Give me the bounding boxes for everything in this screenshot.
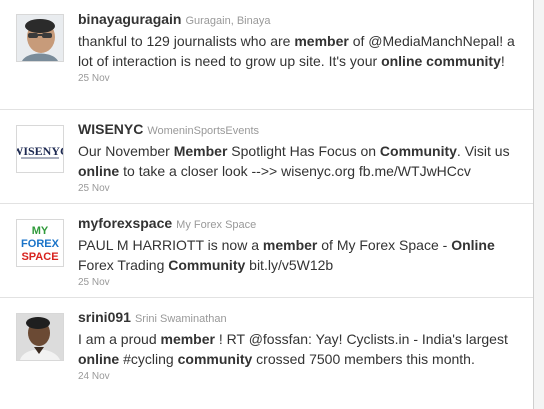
- timestamp[interactable]: 25 Nov: [78, 277, 525, 288]
- highlight-term: member: [160, 331, 215, 347]
- highlight-term: community: [177, 351, 253, 367]
- avatar[interactable]: [16, 14, 64, 62]
- avatar[interactable]: WISENYC: [16, 125, 64, 173]
- tweet-item: binayaguragain Guragain, Binaya thankful …: [0, 0, 533, 110]
- text-segment: ! RT: [214, 331, 249, 347]
- url-link[interactable]: fb.me/WTJwHCcv: [359, 163, 471, 179]
- tweet-item: srini091 Srini Swaminathan I am a proud m…: [0, 298, 533, 409]
- text-segment: Our November: [78, 143, 174, 159]
- url-link[interactable]: wisenyc.org: [281, 163, 355, 179]
- text-segment: I am a proud: [78, 331, 161, 347]
- highlight-term: member: [262, 237, 318, 253]
- tweet-item: MY FOREX SPACE myforexspace My Forex Spac…: [0, 204, 533, 298]
- avatar[interactable]: MY FOREX SPACE: [16, 219, 64, 267]
- wisenyc-logo-text: WISENYC: [17, 144, 63, 158]
- tweet-content: myforexspace My Forex Space PAUL M HARRIO…: [78, 214, 525, 288]
- highlight-term: online: [78, 163, 120, 179]
- text-segment: . Visit us: [456, 143, 510, 159]
- tweet-header: srini091 Srini Swaminathan: [78, 308, 525, 328]
- username[interactable]: binayaguragain: [78, 11, 181, 27]
- text-segment: of My Forex Space -: [317, 237, 452, 253]
- tweet-header: WISENYC WomeninSportsEvents: [78, 120, 525, 140]
- scroll-gutter: [534, 0, 544, 409]
- tweet-text: Our November Member Spotlight Has Focus …: [78, 141, 525, 181]
- username[interactable]: WISENYC: [78, 121, 143, 137]
- mention-link[interactable]: @fossfan: [249, 331, 308, 347]
- timeline: binayaguragain Guragain, Binaya thankful …: [0, 0, 534, 409]
- highlight-term: Member: [173, 143, 228, 159]
- highlight-term: Online: [451, 237, 495, 253]
- highlight-term: online community: [381, 53, 501, 69]
- tweet-text: thankful to 129 journalists who are memb…: [78, 31, 525, 71]
- tweet-text: PAUL M HARRIOTT is now a member of My Fo…: [78, 235, 525, 275]
- timestamp[interactable]: 25 Nov: [78, 183, 525, 194]
- text-segment: Spotlight Has Focus on: [227, 143, 380, 159]
- tweet-content: srini091 Srini Swaminathan I am a proud m…: [78, 308, 525, 382]
- timestamp[interactable]: 25 Nov: [78, 73, 525, 84]
- avatar-photo: [17, 15, 63, 61]
- avatar[interactable]: [16, 313, 64, 361]
- wisenyc-logo: WISENYC: [17, 126, 63, 172]
- text-segment: crossed 7500 members this month.: [252, 351, 475, 367]
- tweet-text: I am a proud member ! RT @fossfan: Yay! …: [78, 329, 525, 369]
- text-segment: thankful to 129 journalists who are: [78, 33, 295, 49]
- text-segment: : Yay! Cyclists.in - India's largest: [308, 331, 508, 347]
- text-segment: of: [348, 33, 369, 49]
- mention-link[interactable]: @MediaManchNepal: [368, 33, 499, 49]
- hashtag-link[interactable]: #cycling: [123, 351, 174, 367]
- tweet-content: WISENYC WomeninSportsEvents Our November …: [78, 120, 525, 194]
- forex-logo-line-1: MY: [32, 225, 49, 237]
- username[interactable]: srini091: [78, 309, 131, 325]
- fullname: Guragain, Binaya: [185, 15, 271, 27]
- tweet-header: binayaguragain Guragain, Binaya: [78, 10, 525, 30]
- highlight-term: Community: [168, 257, 246, 273]
- tweet-content: binayaguragain Guragain, Binaya thankful …: [78, 10, 525, 84]
- text-segment: PAUL M HARRIOTT is now a: [78, 237, 263, 253]
- text-segment: to take a closer look -->>: [119, 163, 282, 179]
- fullname: WomeninSportsEvents: [147, 125, 260, 137]
- tweet-item: WISENYC WISENYC WomeninSportsEvents Our N…: [0, 110, 533, 204]
- timestamp[interactable]: 24 Nov: [78, 371, 525, 382]
- highlight-term: member: [294, 33, 349, 49]
- forex-logo-line-3: SPACE: [21, 251, 58, 263]
- highlight-term: Community: [379, 143, 457, 159]
- forex-logo: MY FOREX SPACE: [17, 220, 63, 266]
- avatar-photo: [17, 314, 63, 360]
- text-segment: Forex Trading: [78, 257, 169, 273]
- highlight-term: online: [78, 351, 120, 367]
- url-link[interactable]: bit.ly/v5W12b: [249, 257, 333, 273]
- username[interactable]: myforexspace: [78, 215, 172, 231]
- text-segment: !: [500, 53, 505, 69]
- fullname: Srini Swaminathan: [134, 313, 227, 325]
- tweet-header: myforexspace My Forex Space: [78, 214, 525, 234]
- forex-logo-line-2: FOREX: [21, 238, 60, 250]
- fullname: My Forex Space: [176, 219, 257, 231]
